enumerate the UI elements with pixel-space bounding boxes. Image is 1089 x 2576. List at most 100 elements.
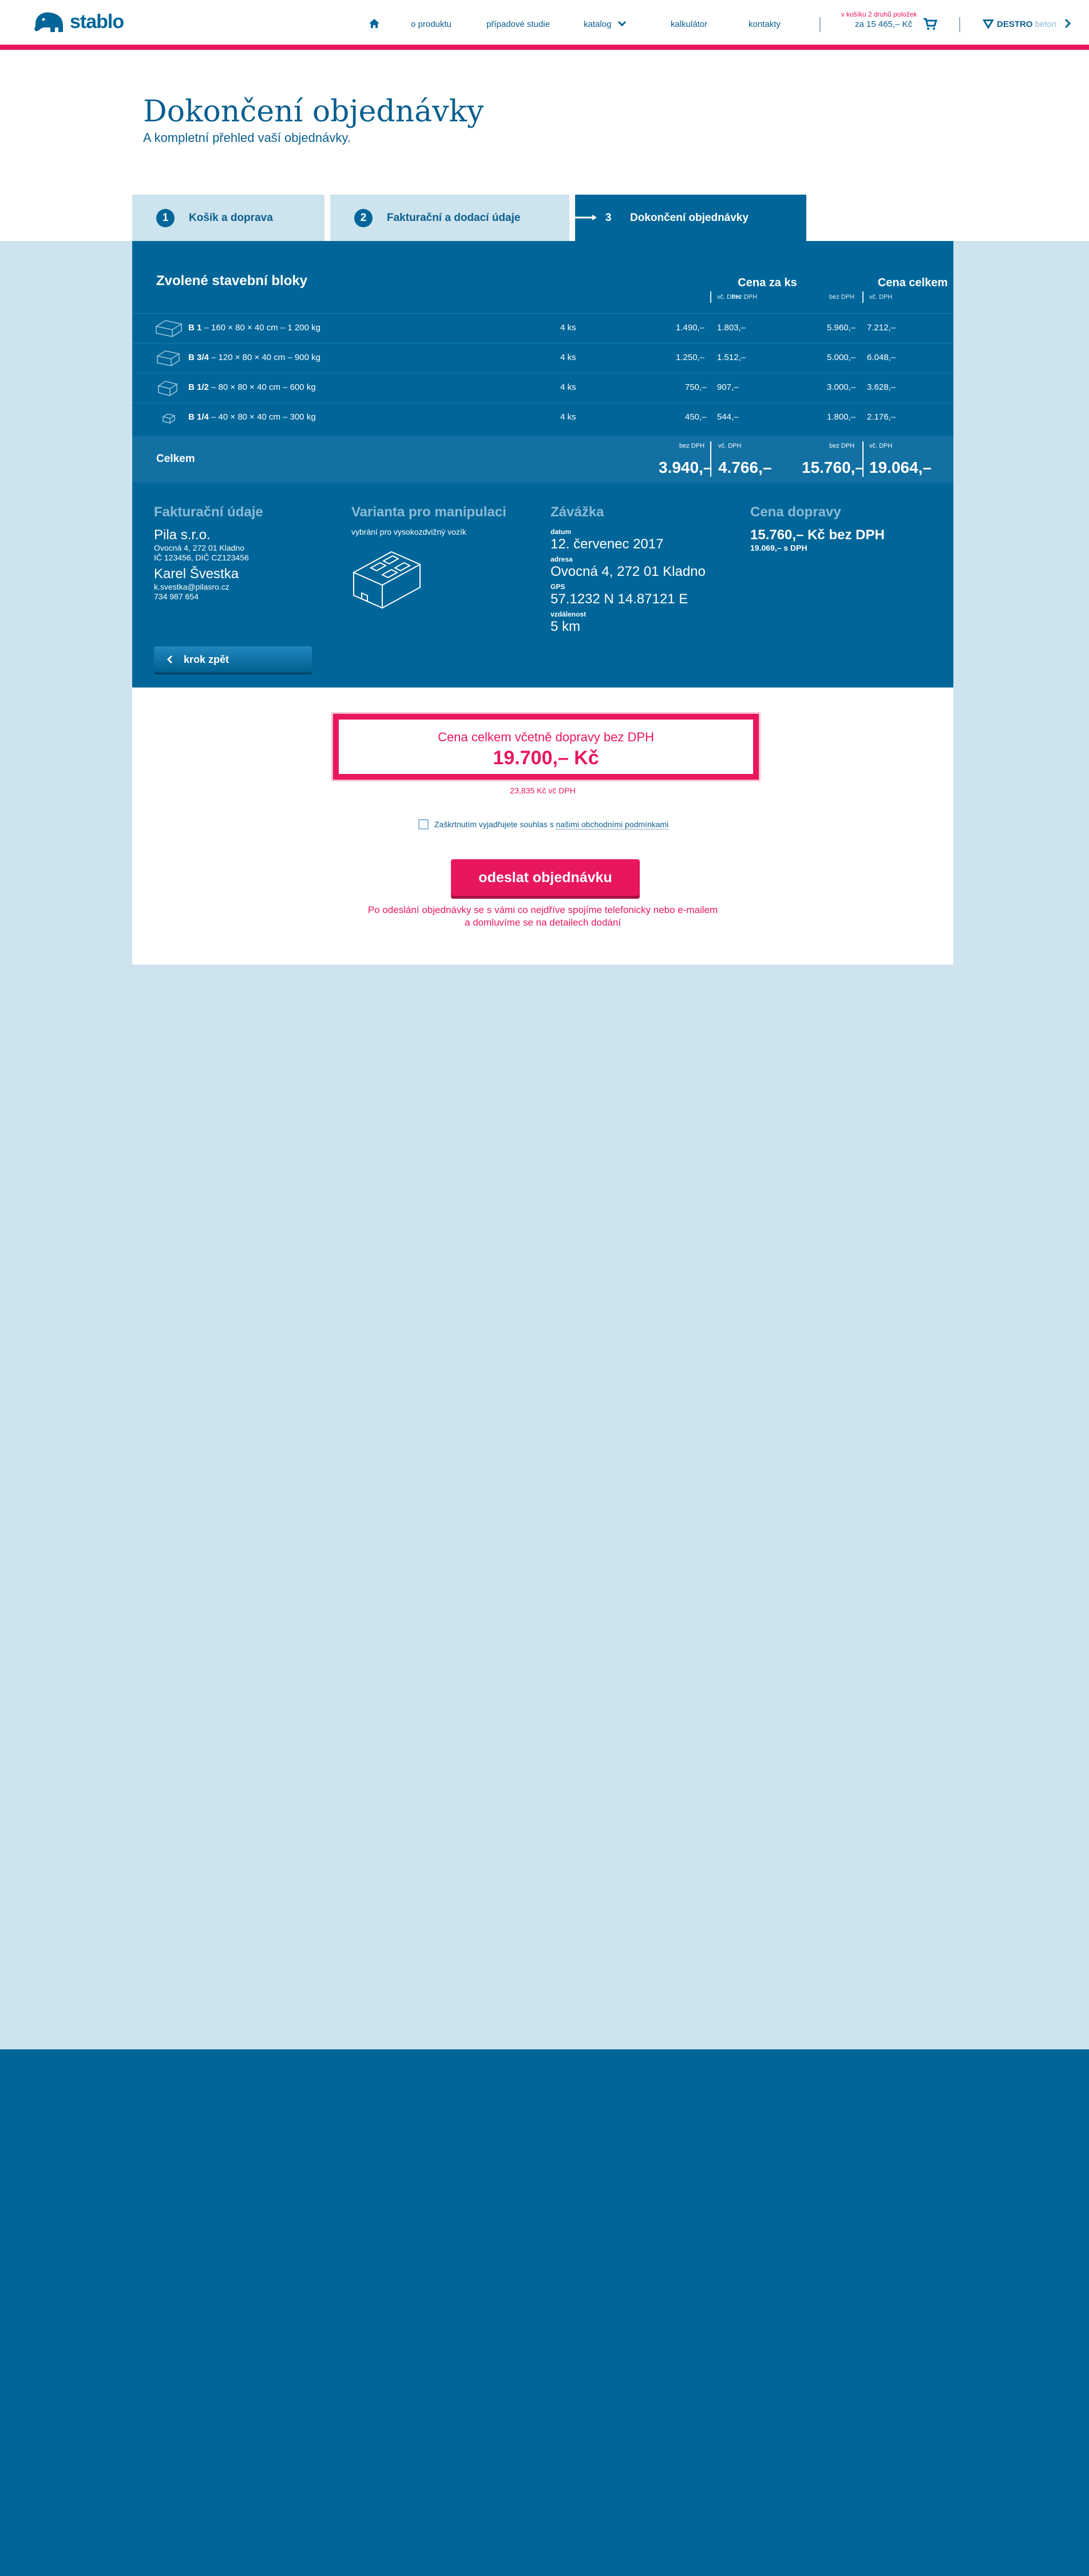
delivery-distance: 5 km — [551, 619, 581, 634]
cart-total[interactable]: za 15 465,– Kč — [855, 19, 912, 29]
home-icon[interactable] — [368, 17, 381, 30]
block-code: B 1/4 — [188, 412, 209, 422]
divider — [862, 441, 864, 477]
unit-price-vc: 1.803,– — [717, 323, 746, 333]
block-qty: 4 ks — [560, 412, 576, 422]
table-row: B 1/2 – 80 × 80 × 40 cm – 600 kg 4 ks 75… — [132, 373, 953, 402]
submit-note: Po odeslání objednávky se s vámi co nejd… — [132, 904, 953, 929]
shipping-heading: Cena dopravy — [750, 504, 841, 520]
forklift-block-icon — [352, 551, 422, 609]
total-price-vat: 23,835 Kč vč DPH — [510, 786, 576, 795]
blocks-title: Zvolené stavební bloky — [156, 273, 308, 289]
total-price-label: Cena celkem včetně dopravy bez DPH — [438, 730, 654, 744]
cart-icon[interactable] — [922, 17, 937, 31]
nav-case-studies[interactable]: případové studie — [486, 19, 550, 29]
billing-company: Pila s.r.o. — [154, 527, 211, 543]
nav-about[interactable]: o produktu — [411, 19, 452, 29]
unit-price-bez: 450,– — [685, 412, 707, 422]
block-qty: 4 ks — [560, 382, 576, 392]
submit-note-line-2: a domluvíme se na detailech dodání — [464, 917, 621, 928]
billing-person: Karel Švestka — [154, 566, 239, 582]
delivery-gps-label: GPS — [551, 583, 565, 591]
divider — [862, 291, 864, 303]
unit-price-bez: 750,– — [685, 382, 707, 392]
handling-info: Varianta pro manipulaci vybrání pro vyso… — [351, 504, 506, 613]
total-sub-bez: bez DPH — [679, 442, 705, 449]
step-number: 3 — [605, 212, 612, 224]
submit-note-line-1: Po odeslání objednávky se s vámi co nejd… — [367, 904, 718, 915]
nav-contacts[interactable]: kontakty — [749, 19, 781, 29]
header: stablo o produktu případové studie katal… — [0, 0, 1089, 45]
billing-phone: 734 987 654 — [154, 592, 199, 601]
billing-heading: Fakturační údaje — [154, 504, 263, 520]
total-sum-bez: 15.760,– — [802, 459, 864, 476]
handling-heading: Varianta pro manipulaci — [351, 504, 506, 520]
total-row: Celkem bez DPH 3.940,– vč. DPH 4.766,– b… — [132, 436, 953, 483]
block-code: B 1/2 — [188, 382, 209, 392]
concrete-block-icon — [157, 381, 178, 396]
total-sub-vc: vč. DPH — [718, 442, 742, 449]
unit-price-bez: 1.490,– — [676, 323, 705, 333]
unit-price-bez: 1.250,– — [676, 353, 705, 362]
terms-agreement[interactable]: Zaškrtnutím vyjadřujete souhlas s našimi… — [418, 819, 669, 829]
col-sub-bez: bez DPH — [829, 294, 855, 301]
total-price-vc: 7.212,– — [867, 323, 896, 333]
unit-price-vc: 907,– — [717, 382, 739, 392]
order-details: Zvolené stavební bloky Cena za ks bez DP… — [132, 241, 953, 688]
unit-price-vc: 544,– — [717, 412, 739, 422]
step-cart[interactable]: 1 Košík a doprava — [132, 195, 324, 242]
nav-calculator[interactable]: kalkulátor — [671, 19, 707, 29]
divider — [710, 441, 711, 477]
delivery-date: 12. červenec 2017 — [551, 536, 664, 552]
step-finish: 3 Dokončení objednávky — [575, 195, 806, 242]
terms-checkbox[interactable] — [418, 819, 429, 829]
nav-catalog[interactable]: katalog — [584, 19, 611, 29]
elephant-logo-icon — [34, 12, 63, 32]
table-row: B 1/4 – 40 × 80 × 40 cm – 300 kg 4 ks 45… — [132, 402, 953, 432]
table-row: B 3/4 – 120 × 80 × 40 cm – 900 kg 4 ks 1… — [132, 343, 953, 373]
chevron-right-icon[interactable] — [1063, 17, 1072, 30]
step-billing[interactable]: 2 Fakturační a dodací údaje — [330, 195, 569, 242]
concrete-block-icon — [162, 413, 176, 424]
submit-order-button[interactable]: odeslat objednávku — [451, 859, 640, 896]
block-desc: – 40 × 80 × 40 cm – 300 kg — [208, 412, 316, 422]
unit-price-vc: 1.512,– — [717, 353, 746, 362]
total-label: Celkem — [156, 453, 195, 465]
block-qty: 4 ks — [560, 323, 576, 333]
logo[interactable]: stablo — [32, 9, 124, 34]
header-accent-stripe — [0, 45, 1089, 50]
delivery-info: Závážka datum 12. červenec 2017 adresa O… — [551, 504, 706, 635]
total-price-bez: 5.000,– — [827, 353, 856, 362]
block-desc: – 160 × 80 × 40 cm – 1 200 kg — [201, 323, 321, 333]
footer — [0, 2049, 1089, 2576]
cart-note: v košíku 2 druhů položek — [841, 10, 917, 18]
total-price-box: Cena celkem včetně dopravy bez DPH 19.70… — [333, 714, 759, 780]
logo-text: stablo — [70, 10, 124, 33]
divider — [959, 17, 960, 32]
total-price-vc: 3.628,– — [867, 382, 896, 392]
brand-destro: DESTRO — [997, 19, 1033, 29]
total-sub-vc: vč. DPH — [869, 442, 893, 449]
chevron-down-icon[interactable] — [616, 17, 628, 30]
total-sub-bez: bez DPH — [829, 442, 855, 449]
total-price-vc: 2.176,– — [867, 412, 896, 422]
page-subtitle: A kompletní přehled vaší objednávky. — [143, 131, 351, 145]
chevron-left-icon — [167, 655, 173, 664]
step-number: 1 — [156, 209, 175, 227]
shipping-info: Cena dopravy 15.760,– Kč bez DPH 19.069,… — [750, 504, 885, 553]
back-button[interactable]: krok zpět — [154, 646, 312, 673]
terms-link[interactable]: našimi obchodními podmínkami — [556, 820, 669, 829]
total-price-bez: 1.800,– — [827, 412, 856, 422]
order-submit-section: Cena celkem včetně dopravy bez DPH 19.70… — [132, 688, 953, 965]
step-label: Košík a doprava — [189, 212, 273, 224]
divider — [710, 291, 711, 303]
col-sub-vc: vč. DPH — [869, 294, 893, 301]
col-unit-price: Cena za ks — [738, 276, 797, 289]
order-summary-card: Zvolené stavební bloky Cena za ks bez DP… — [132, 241, 953, 688]
destro-beton-link[interactable]: DESTRO beton — [982, 18, 1056, 30]
block-desc: – 120 × 80 × 40 cm – 900 kg — [208, 353, 320, 362]
total-unit-vc: 4.766,– — [718, 459, 772, 476]
billing-info: Fakturační údaje Pila s.r.o. Ovocná 4, 2… — [154, 504, 263, 602]
step-number: 2 — [354, 209, 373, 227]
concrete-block-icon — [155, 320, 183, 337]
